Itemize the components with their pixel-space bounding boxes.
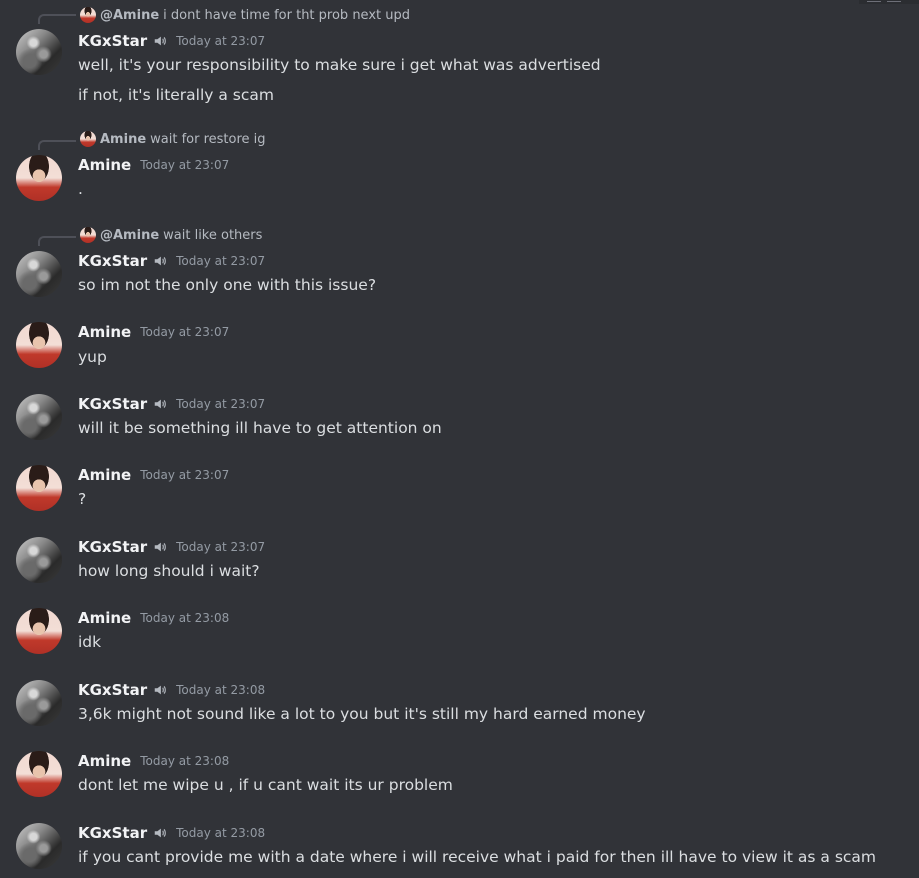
message-text: if not, it's literally a scam xyxy=(78,86,275,104)
message-header: Amine Today at 23:08 xyxy=(78,751,229,771)
speaker-icon xyxy=(154,36,166,46)
username[interactable]: KGxStar xyxy=(78,395,147,413)
message-text: ? xyxy=(78,490,87,508)
message-text: 3,6k might not sound like a lot to you b… xyxy=(78,705,646,723)
reply-text: wait for restore ig xyxy=(150,131,266,147)
speaker-icon xyxy=(154,828,166,838)
avatar[interactable] xyxy=(16,608,62,654)
reply-preview[interactable]: @Amine i dont have time for tht prob nex… xyxy=(80,6,410,24)
avatar[interactable] xyxy=(16,537,62,583)
username[interactable]: KGxStar xyxy=(78,681,147,699)
message-header: Amine Today at 23:07 xyxy=(78,465,229,485)
speaker-icon xyxy=(154,685,166,695)
message-header: Amine Today at 23:07 xyxy=(78,322,229,342)
username[interactable]: KGxStar xyxy=(78,538,147,556)
avatar[interactable] xyxy=(16,680,62,726)
timestamp[interactable]: Today at 23:08 xyxy=(176,826,265,840)
timestamp[interactable]: Today at 23:07 xyxy=(176,254,265,268)
avatar[interactable] xyxy=(16,322,62,368)
avatar[interactable] xyxy=(16,251,62,297)
message-text: so im not the only one with this issue? xyxy=(78,276,377,294)
timestamp[interactable]: Today at 23:08 xyxy=(176,683,265,697)
message-text: idk xyxy=(78,633,102,651)
message-header: KGxStar Today at 23:07 xyxy=(78,394,265,414)
reply-text: i dont have time for tht prob next upd xyxy=(163,7,410,23)
message-text: if you cant provide me with a date where… xyxy=(78,848,877,866)
message-text: yup xyxy=(78,348,107,366)
timestamp[interactable]: Today at 23:07 xyxy=(176,397,265,411)
timestamp[interactable]: Today at 23:07 xyxy=(140,158,229,172)
message-header: KGxStar Today at 23:08 xyxy=(78,823,265,843)
avatar[interactable] xyxy=(16,394,62,440)
reply-spine xyxy=(38,14,76,24)
reply-preview[interactable]: @Amine wait like others xyxy=(80,226,262,244)
reply-spine xyxy=(38,236,76,246)
timestamp[interactable]: Today at 23:07 xyxy=(176,540,265,554)
speaker-icon xyxy=(154,399,166,409)
avatar[interactable] xyxy=(16,465,62,511)
reply-spine xyxy=(38,140,76,150)
avatar[interactable] xyxy=(16,29,62,75)
avatar[interactable] xyxy=(16,751,62,797)
message-header: Amine Today at 23:08 xyxy=(78,608,229,628)
chat-message-list: @Amine i dont have time for tht prob nex… xyxy=(0,0,919,878)
reply-avatar xyxy=(80,7,96,23)
timestamp[interactable]: Today at 23:07 xyxy=(140,325,229,339)
avatar[interactable] xyxy=(16,823,62,869)
reply-text: wait like others xyxy=(163,227,263,243)
username[interactable]: KGxStar xyxy=(78,32,147,50)
message-header: KGxStar Today at 23:07 xyxy=(78,537,265,557)
speaker-icon xyxy=(154,256,166,266)
username[interactable]: KGxStar xyxy=(78,824,147,842)
message-header: Amine Today at 23:07 xyxy=(78,155,229,175)
message-text: will it be something ill have to get att… xyxy=(78,419,442,437)
username[interactable]: Amine xyxy=(78,466,131,484)
avatar[interactable] xyxy=(16,155,62,201)
reply-preview[interactable]: Amine wait for restore ig xyxy=(80,130,266,148)
username[interactable]: Amine xyxy=(78,752,131,770)
username[interactable]: Amine xyxy=(78,323,131,341)
message-header: KGxStar Today at 23:07 xyxy=(78,251,265,271)
username[interactable]: KGxStar xyxy=(78,252,147,270)
reply-author[interactable]: Amine xyxy=(100,132,146,147)
hover-toolbar-edge xyxy=(859,0,919,4)
timestamp[interactable]: Today at 23:07 xyxy=(140,468,229,482)
message-text: well, it's your responsibility to make s… xyxy=(78,56,601,74)
message-header: KGxStar Today at 23:08 xyxy=(78,680,265,700)
username[interactable]: Amine xyxy=(78,609,131,627)
speaker-icon xyxy=(154,542,166,552)
reply-avatar xyxy=(80,131,96,147)
reply-author[interactable]: @Amine xyxy=(100,8,159,23)
timestamp[interactable]: Today at 23:08 xyxy=(140,754,229,768)
username[interactable]: Amine xyxy=(78,156,131,174)
message-header: KGxStar Today at 23:07 xyxy=(78,31,265,51)
timestamp[interactable]: Today at 23:07 xyxy=(176,34,265,48)
timestamp[interactable]: Today at 23:08 xyxy=(140,611,229,625)
reply-author[interactable]: @Amine xyxy=(100,228,159,243)
message-text: dont let me wipe u , if u cant wait its … xyxy=(78,776,453,794)
message-text: . xyxy=(78,180,83,198)
reply-avatar xyxy=(80,227,96,243)
message-text: how long should i wait? xyxy=(78,562,260,580)
